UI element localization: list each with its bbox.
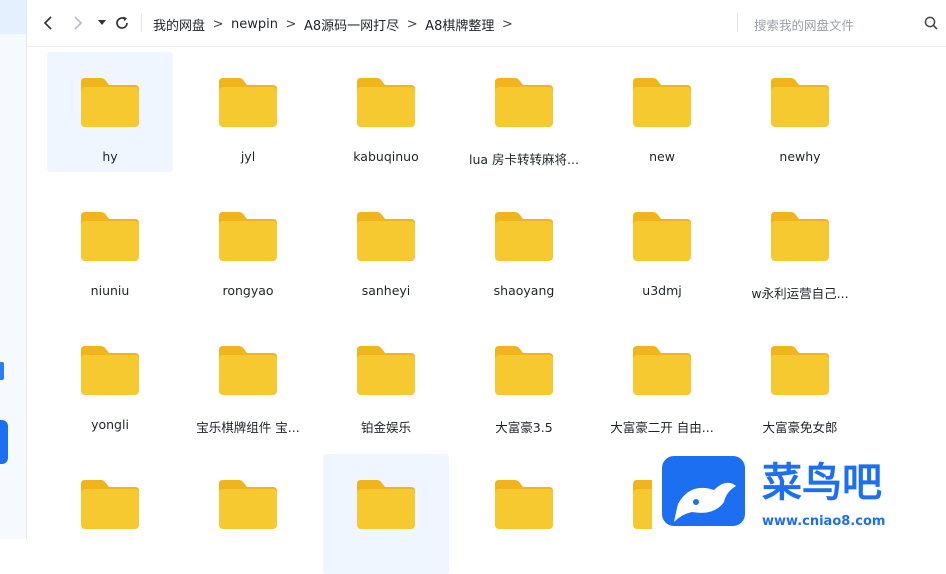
folder-item[interactable]: 宝乐棋牌组件 宝... (185, 320, 311, 440)
folder-name: 大富豪二开 自由... (610, 420, 714, 435)
folder-icon (357, 78, 415, 127)
folder-item[interactable]: jyl (185, 52, 311, 172)
breadcrumb-separator-icon: > (406, 16, 418, 32)
toolbar: 我的网盘 > newpin > A8源码一网打尽 > A8棋牌整理 > 搜索我的… (27, 0, 946, 47)
folder-item[interactable]: new (599, 52, 725, 172)
svg-text:www.cniao8.com: www.cniao8.com (762, 514, 885, 529)
caret-down-icon (98, 20, 106, 25)
toolbar-divider (737, 14, 738, 32)
back-button[interactable] (39, 13, 59, 33)
folder-item[interactable]: w永利运营自己... (737, 186, 863, 306)
folder-icon (219, 480, 277, 529)
folder-item[interactable]: shaoyang (461, 186, 587, 306)
folder-name: 大富豪免女郎 (762, 420, 838, 435)
folder-icon (495, 212, 553, 261)
folder-icon (219, 78, 277, 127)
search-icon[interactable] (924, 16, 938, 30)
folder-item[interactable] (47, 454, 173, 574)
folder-name: jyl (240, 149, 256, 164)
folder-name: w永利运营自己... (751, 286, 849, 301)
folder-item[interactable]: hy (47, 52, 173, 172)
folder-name: u3dmj (642, 283, 682, 298)
folder-icon (633, 346, 691, 395)
folder-icon (81, 346, 139, 395)
sidebar-selected-item[interactable] (0, 0, 26, 34)
toolbar-divider (141, 14, 142, 32)
svg-text:菜鸟吧: 菜鸟吧 (762, 459, 882, 506)
breadcrumb-item[interactable]: A8源码一网打尽 (304, 15, 399, 34)
folder-icon (219, 346, 277, 395)
watermark: 菜鸟吧 www.cniao8.com (652, 452, 946, 539)
chevron-left-icon (43, 16, 52, 30)
folder-icon (771, 78, 829, 127)
folder-name: newhy (779, 149, 821, 164)
folder-item[interactable] (323, 454, 449, 574)
refresh-button[interactable] (112, 13, 132, 33)
folder-name: 铂金娱乐 (360, 420, 411, 435)
folder-name: sanheyi (361, 283, 411, 298)
chevron-right-icon (74, 16, 83, 30)
refresh-icon (116, 16, 128, 29)
folder-item[interactable] (185, 454, 311, 574)
folder-icon (495, 346, 553, 395)
history-dropdown-button[interactable] (92, 13, 112, 33)
folder-icon (81, 212, 139, 261)
folder-icon (633, 78, 691, 127)
breadcrumb-separator-icon: > (285, 16, 297, 32)
folder-item[interactable]: 大富豪免女郎 (737, 320, 863, 440)
site-logo: 菜鸟吧 www.cniao8.com (662, 456, 885, 529)
folder-name: 大富豪3.5 (495, 420, 553, 435)
folder-icon (771, 346, 829, 395)
folder-item[interactable]: lua 房卡转转麻将... (461, 52, 587, 172)
sidebar-fragment (0, 420, 8, 464)
folder-name: rongyao (222, 283, 274, 298)
search-input[interactable]: 搜索我的网盘文件 (754, 13, 946, 35)
folder-name: lua 房卡转转麻将... (469, 152, 579, 167)
folder-item[interactable]: kabuqinuo (323, 52, 449, 172)
breadcrumb-separator-icon: > (501, 16, 513, 32)
folder-icon (357, 480, 415, 529)
folder-name: new (649, 149, 675, 164)
breadcrumb-item[interactable]: newpin (231, 17, 278, 32)
folder-icon (495, 480, 553, 529)
folder-item[interactable]: sanheyi (323, 186, 449, 306)
folder-item[interactable]: u3dmj (599, 186, 725, 306)
folder-name: 宝乐棋牌组件 宝... (196, 420, 300, 435)
folder-item[interactable]: 铂金娱乐 (323, 320, 449, 440)
folder-name: yongli (91, 417, 129, 432)
breadcrumb-item[interactable]: A8棋牌整理 (425, 15, 494, 34)
folder-item[interactable]: rongyao (185, 186, 311, 306)
sidebar-fragment (0, 362, 4, 380)
folder-icon (81, 78, 139, 127)
folder-item[interactable]: newhy (737, 52, 863, 172)
folder-icon (771, 212, 829, 261)
left-sidebar-strip (0, 0, 27, 539)
folder-item[interactable]: 大富豪3.5 (461, 320, 587, 440)
breadcrumb-separator-icon: > (212, 16, 224, 32)
folder-item[interactable]: yongli (47, 320, 173, 440)
folder-icon (357, 212, 415, 261)
folder-name: shaoyang (493, 283, 555, 298)
folder-icon (357, 346, 415, 395)
folder-name: hy (102, 149, 118, 164)
forward-button[interactable] (67, 13, 87, 33)
search-placeholder: 搜索我的网盘文件 (754, 18, 855, 33)
folder-icon (219, 212, 277, 261)
folder-name: niuniu (90, 283, 130, 298)
breadcrumb: 我的网盘 > newpin > A8源码一网打尽 > A8棋牌整理 > (153, 14, 520, 34)
folder-icon (495, 78, 553, 127)
breadcrumb-item[interactable]: 我的网盘 (153, 15, 205, 34)
folder-item[interactable]: niuniu (47, 186, 173, 306)
folder-icon (81, 480, 139, 529)
folder-item[interactable]: 大富豪二开 自由... (599, 320, 725, 440)
folder-icon (633, 212, 691, 261)
folder-item[interactable] (461, 454, 587, 574)
folder-name: kabuqinuo (353, 149, 419, 164)
